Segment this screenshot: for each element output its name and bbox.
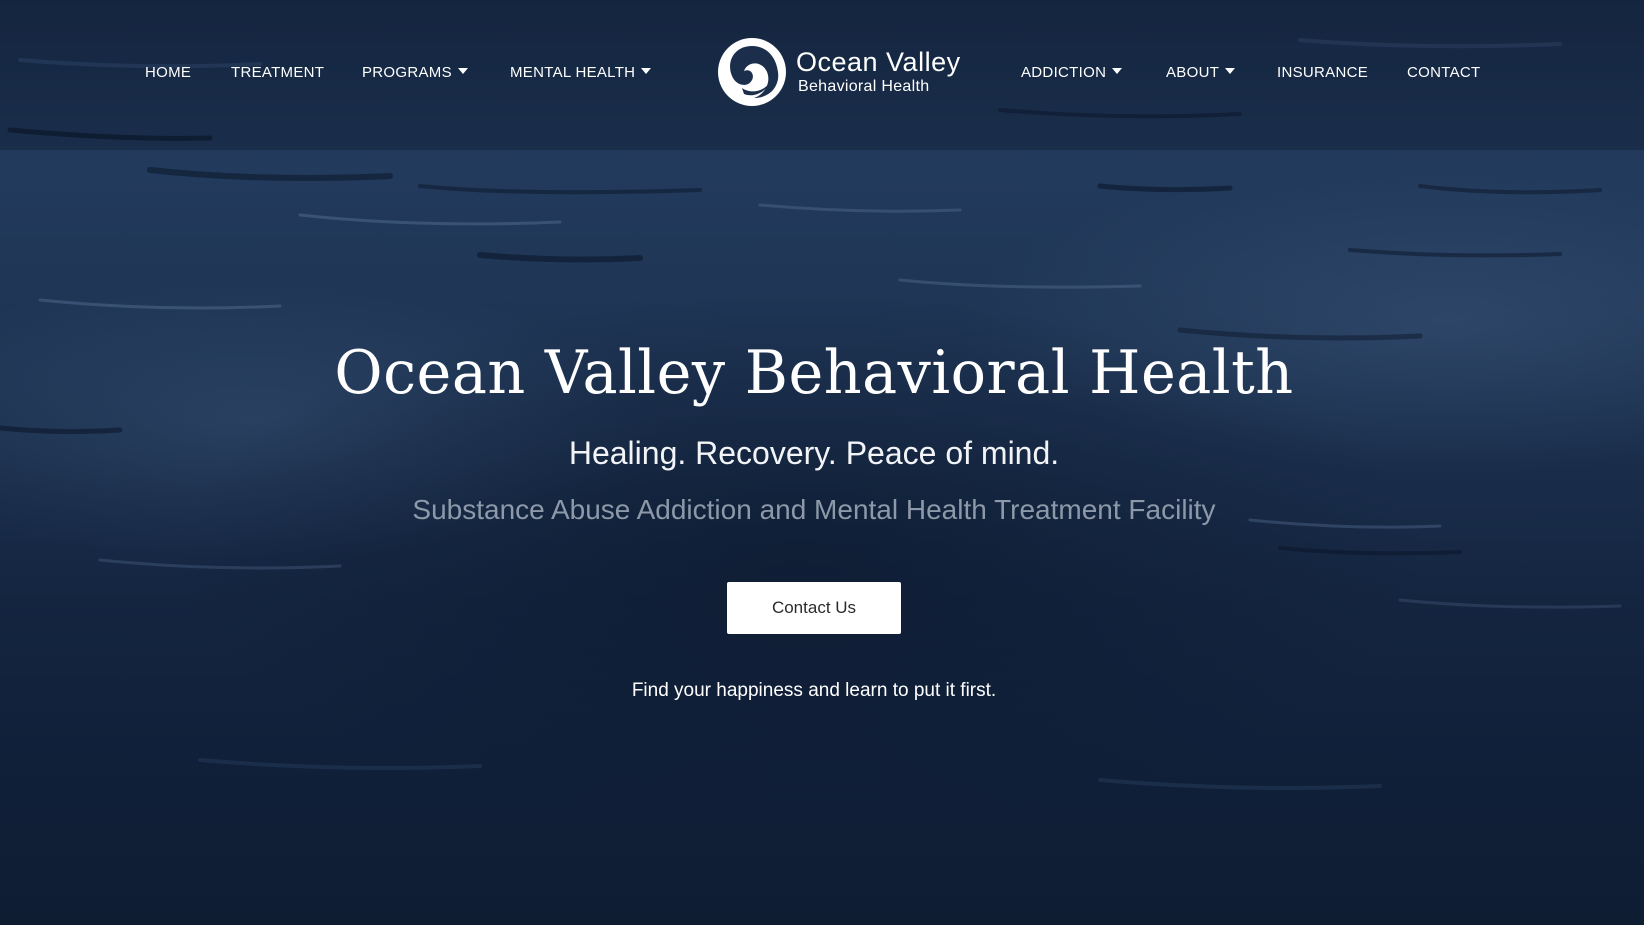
caret-down-icon <box>1112 68 1123 74</box>
hero-title: Ocean Valley Behavioral Health <box>334 338 1294 408</box>
nav-item-home[interactable]: HOME <box>145 64 191 81</box>
nav-item-label: MENTAL HEALTH <box>510 64 636 81</box>
nav-item-label: CONTACT <box>1407 64 1481 81</box>
nav-item-label: ABOUT <box>1166 64 1220 81</box>
hero-section: HOME TREATMENT PROGRAMS MENTAL HEALTH Oc… <box>0 0 1644 925</box>
contact-us-button[interactable]: Contact Us <box>727 582 901 634</box>
caret-down-icon <box>1225 68 1236 74</box>
nav-item-label: INSURANCE <box>1277 64 1369 81</box>
nav-item-label: PROGRAMS <box>362 64 452 81</box>
hero-subtitle: Substance Abuse Addiction and Mental Hea… <box>412 494 1216 525</box>
nav-item-insurance[interactable]: INSURANCE <box>1277 64 1368 81</box>
caret-down-icon <box>641 68 652 74</box>
nav-item-contact[interactable]: CONTACT <box>1407 64 1480 81</box>
nav-item-mental-health[interactable]: MENTAL HEALTH <box>510 64 652 81</box>
nav-item-programs[interactable]: PROGRAMS <box>362 64 468 81</box>
hero-footer-text: Find your happiness and learn to put it … <box>631 680 997 701</box>
nav-item-addiction[interactable]: ADDICTION <box>1021 64 1123 81</box>
nav-item-label: ADDICTION <box>1021 64 1107 81</box>
logo-subtitle: Behavioral Health <box>798 78 930 95</box>
nav-item-treatment[interactable]: TREATMENT <box>231 64 324 81</box>
hero-tagline: Healing. Recovery. Peace of mind. <box>568 435 1060 471</box>
nav-item-label: TREATMENT <box>231 64 325 81</box>
nav-item-label: HOME <box>145 64 192 81</box>
site-logo[interactable]: Ocean Valley Behavioral Health <box>716 36 961 108</box>
wave-logo-icon <box>718 38 786 106</box>
logo-name: Ocean Valley <box>796 47 961 77</box>
caret-down-icon <box>457 68 468 74</box>
nav-item-about[interactable]: ABOUT <box>1166 64 1236 81</box>
